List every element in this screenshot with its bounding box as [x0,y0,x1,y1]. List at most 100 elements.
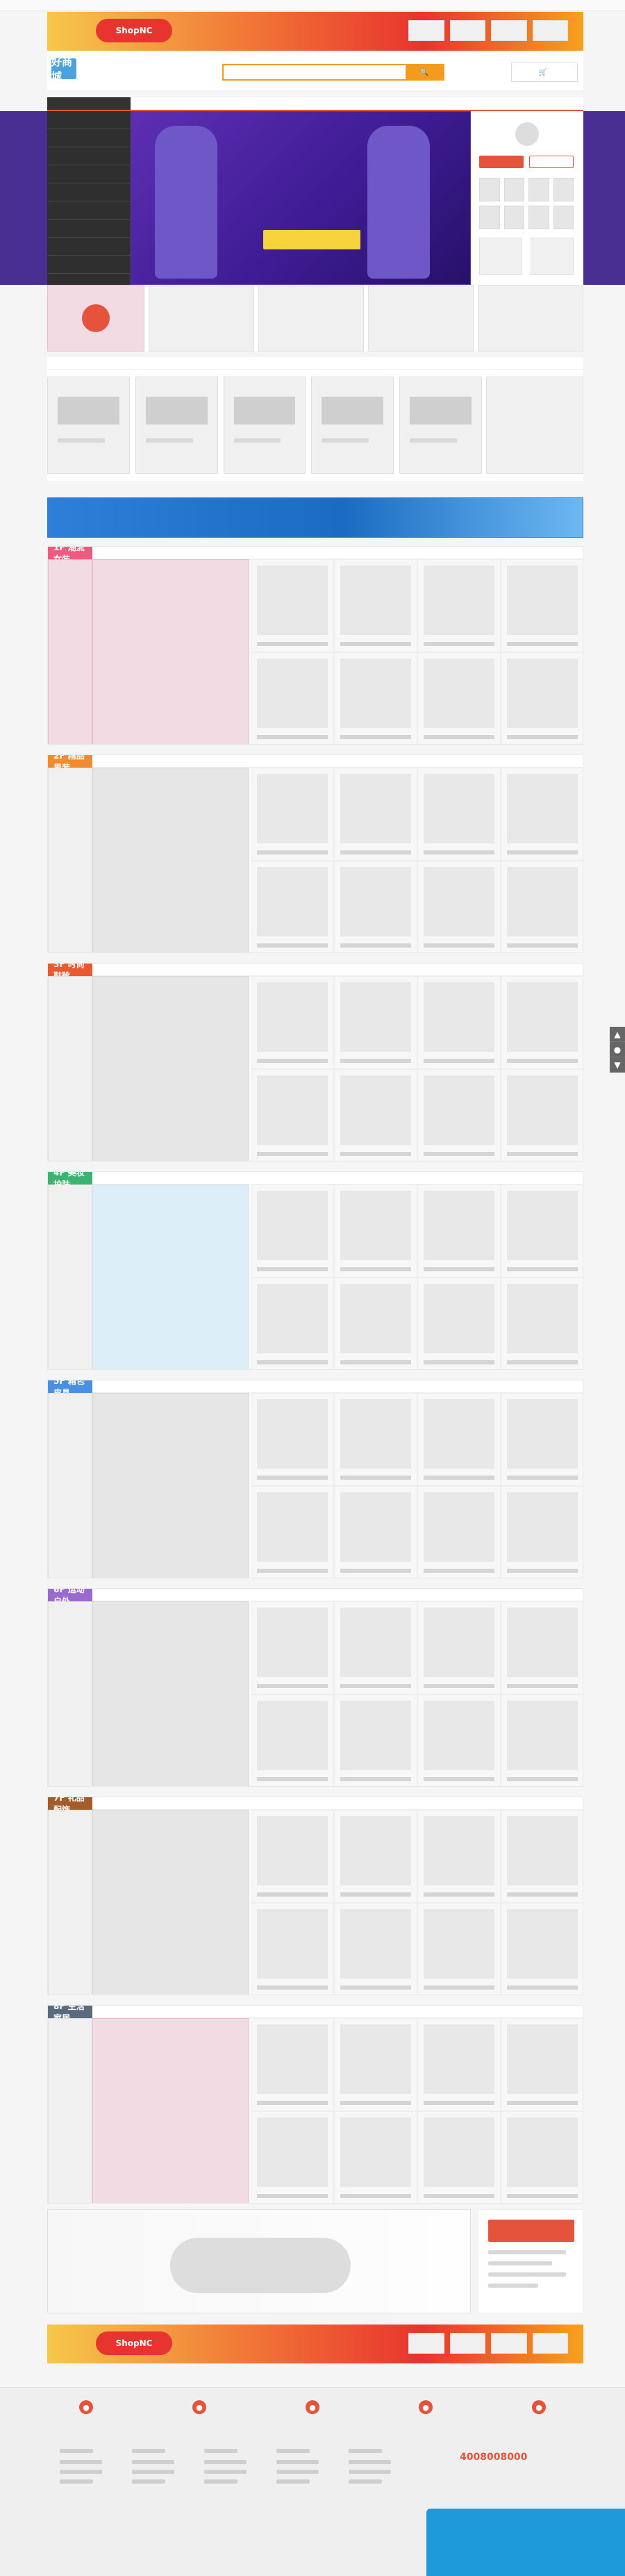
floor-7-item-6[interactable] [417,1903,501,1995]
top-promo-banner[interactable]: ShopNC [47,12,583,51]
float-tool-mid[interactable]: ● [610,1042,625,1057]
floor-4-item-7[interactable] [501,1278,583,1369]
floor-6-item-6[interactable] [417,1694,501,1786]
hero-banner[interactable] [131,111,471,285]
floor-1-item-3[interactable] [501,559,583,652]
floor-7-item-4[interactable] [251,1903,334,1995]
quick-link-6[interactable] [528,206,549,229]
floor-2-left-panel[interactable] [48,768,92,952]
floor-2-item-6[interactable] [417,861,501,952]
floor-5-item-5[interactable] [334,1486,417,1578]
floor-7-item-1[interactable] [334,1810,417,1903]
floor-6-item-0[interactable] [251,1601,334,1694]
sidebar-item-4[interactable] [47,183,131,201]
small-panel-left[interactable] [47,285,144,352]
sidebar-item-1[interactable] [47,129,131,147]
floor-4-grid[interactable] [251,1184,583,1369]
floor-7-item-5[interactable] [334,1903,417,1995]
floor-6-item-3[interactable] [501,1601,583,1694]
top-links[interactable] [6,2,619,9]
floor-3-feature[interactable] [92,976,249,1161]
floor-5-item-7[interactable] [501,1486,583,1578]
floor-3-item-6[interactable] [417,1069,501,1161]
promo-strip[interactable] [47,497,583,538]
floor-1-item-7[interactable] [501,652,583,744]
category-menu-toggle[interactable] [47,97,131,110]
floor-4-item-4[interactable] [251,1278,334,1369]
side-ad-1[interactable] [479,238,522,275]
quick-link-3[interactable] [553,178,574,201]
sidebar-item-3[interactable] [47,165,131,183]
floor-4-left-panel[interactable] [48,1184,92,1369]
floor-6-item-4[interactable] [251,1694,334,1786]
floor-7-item-2[interactable] [417,1810,501,1903]
floor-2-grid[interactable] [251,768,583,952]
recommend-item-3[interactable] [311,377,394,474]
floor-8-left-panel[interactable] [48,2018,92,2203]
sidebar-item-5[interactable] [47,201,131,220]
cart-button[interactable]: 🛒 [511,63,578,82]
float-tool-down[interactable]: ▼ [610,1057,625,1073]
floor-1-item-2[interactable] [417,559,501,652]
search-button[interactable]: 🔍 [406,65,443,79]
floor-6-feature[interactable] [92,1601,249,1786]
floor-8-item-6[interactable] [417,2111,501,2203]
side-ad-2[interactable] [531,238,574,275]
floor-7-feature[interactable] [92,1810,249,1995]
floor-5-feature[interactable] [92,1393,249,1578]
floor-8-feature[interactable] [92,2018,249,2203]
floor-6-item-7[interactable] [501,1694,583,1786]
quick-link-1[interactable] [503,178,524,201]
floor-5-item-0[interactable] [251,1393,334,1486]
floor-2-item-1[interactable] [334,768,417,861]
floor-5-item-4[interactable] [251,1486,334,1578]
quick-links-grid[interactable] [479,178,574,229]
floor-4-item-2[interactable] [417,1184,501,1278]
recommend-items[interactable] [47,377,482,474]
recommend-feature[interactable] [486,377,583,474]
floor-6-item-1[interactable] [334,1601,417,1694]
floor-5-item-2[interactable] [417,1393,501,1486]
recommend-item-0[interactable] [47,377,130,474]
floor-3-item-0[interactable] [251,976,334,1069]
floor-3-item-3[interactable] [501,976,583,1069]
floor-8-item-5[interactable] [334,2111,417,2203]
footer-links[interactable] [47,2372,583,2381]
right-float-tools[interactable]: ▲ ● ▼ [610,1027,625,1073]
floor-8-item-1[interactable] [334,2018,417,2111]
floor-3-item-7[interactable] [501,1069,583,1161]
floor-1-feature[interactable] [92,559,249,744]
sidebar-item-0[interactable] [47,111,131,129]
floor-1-left-panel[interactable] [48,559,92,744]
floor-1-grid[interactable] [251,559,583,744]
floor-8-grid[interactable] [251,2018,583,2203]
floor-7-item-0[interactable] [251,1810,334,1903]
floor-6-grid[interactable] [251,1601,583,1786]
floor-1-item-0[interactable] [251,559,334,652]
sidebar-item-2[interactable] [47,147,131,165]
floor-1-item-5[interactable] [334,652,417,744]
floor-4-item-3[interactable] [501,1184,583,1278]
floor-2-item-7[interactable] [501,861,583,952]
floor-3-item-4[interactable] [251,1069,334,1161]
floor-2-item-4[interactable] [251,861,334,952]
small-panel-grid[interactable] [149,285,583,352]
quick-link-0[interactable] [479,178,500,201]
sidebar-item-6[interactable] [47,220,131,238]
floor-3-item-5[interactable] [334,1069,417,1161]
floor-1-item-6[interactable] [417,652,501,744]
small-panel-item-3[interactable] [478,285,583,352]
floor-5-item-6[interactable] [417,1486,501,1578]
quick-link-2[interactable] [528,178,549,201]
floor-7-left-panel[interactable] [48,1810,92,1995]
floor-7-item-7[interactable] [501,1903,583,1995]
floor-2-item-5[interactable] [334,861,417,952]
floor-6-left-panel[interactable] [48,1601,92,1786]
search-box[interactable]: 🔍 [222,64,444,81]
floor-3-left-panel[interactable] [48,976,92,1161]
floor-4-item-1[interactable] [334,1184,417,1278]
hero-cta[interactable] [263,230,360,249]
floor-4-item-0[interactable] [251,1184,334,1278]
quick-link-5[interactable] [503,206,524,229]
floor-7-grid[interactable] [251,1810,583,1995]
